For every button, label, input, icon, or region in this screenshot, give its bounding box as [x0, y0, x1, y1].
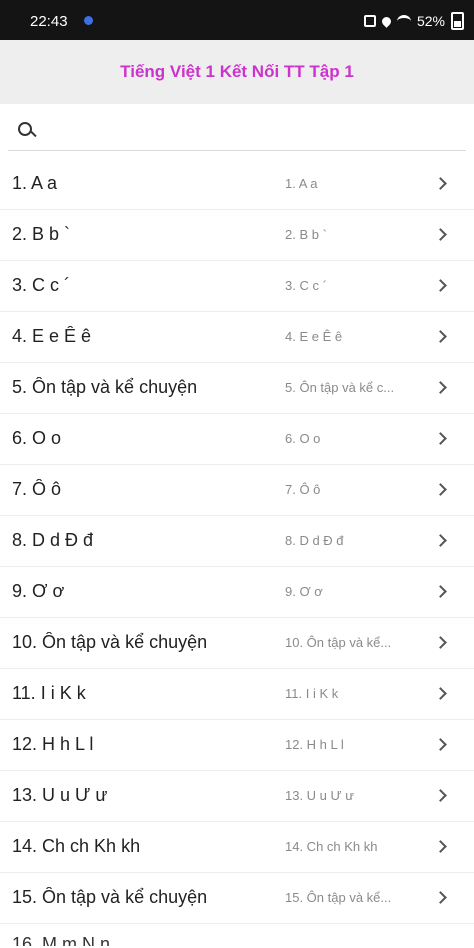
list-item[interactable]: 1. A a 1. A a: [0, 159, 474, 210]
list-item-title: 10. Ôn tập và kể chuyện: [12, 632, 208, 652]
chevron-right-icon: [434, 534, 447, 547]
list-item[interactable]: 8. D d Đ đ 8. D d Đ đ: [0, 516, 474, 567]
list-item[interactable]: 7. Ô ô 7. Ô ô: [0, 465, 474, 516]
list-item-title: 12. H h L l: [12, 734, 94, 754]
chevron-right-icon: [434, 789, 447, 802]
list-item-subtitle: 11. I i K k: [285, 686, 339, 701]
list-item-subtitle: 10. Ôn tập và kể...: [285, 635, 392, 650]
battery-icon: [451, 12, 464, 30]
list-item-subtitle: 3. C c ´: [285, 278, 327, 293]
list-item-subtitle: 5. Ôn tập và kể c...: [285, 380, 395, 395]
list-item-title: 9. Ơ ơ: [12, 581, 65, 601]
list-item-subtitle: 8. D d Đ đ: [285, 533, 344, 548]
chevron-right-icon: [434, 636, 447, 649]
list-item-subtitle: 13. U u Ư ư: [285, 788, 354, 803]
list-item[interactable]: 4. E e Ê ê 4. E e Ê ê: [0, 312, 474, 363]
search-bar[interactable]: [8, 112, 466, 151]
list-item-subtitle: 14. Ch ch Kh kh: [285, 839, 378, 854]
list-item-subtitle: 9. Ơ ơ: [285, 584, 323, 599]
list-item[interactable]: 11. I i K k 11. I i K k: [0, 669, 474, 720]
app-bar: Tiếng Việt 1 Kết Nối TT Tập 1: [0, 40, 474, 104]
chevron-right-icon: [434, 279, 447, 292]
wifi-icon: [396, 14, 411, 28]
chevron-right-icon: [434, 687, 447, 700]
list-item-title: 3. C c ´: [12, 275, 71, 295]
list-item[interactable]: 3. C c ´ 3. C c ´: [0, 261, 474, 312]
status-bar: 22:43 52%: [0, 0, 474, 40]
chevron-right-icon: [434, 891, 447, 904]
status-icons: 52%: [363, 12, 464, 30]
list-item-title: 6. O o: [12, 428, 62, 448]
list-item-subtitle: 6. O o: [285, 431, 321, 446]
list-item-subtitle: 7. Ô ô: [285, 482, 321, 497]
battery-percent: 52%: [416, 13, 445, 29]
list-item-title: 14. Ch ch Kh kh: [12, 836, 141, 856]
chevron-right-icon: [434, 585, 447, 598]
list-item-subtitle: 2. B b `: [285, 227, 327, 242]
chevron-right-icon: [434, 177, 447, 190]
chevron-right-icon: [434, 330, 447, 343]
search-input[interactable]: [48, 116, 462, 146]
list-item[interactable]: 12. H h L l 12. H h L l: [0, 720, 474, 771]
list-item-title: 11. I i K k: [12, 683, 86, 703]
list-item-title: 8. D d Đ đ: [12, 530, 94, 550]
list-item[interactable]: 2. B b ` 2. B b `: [0, 210, 474, 261]
chevron-right-icon: [434, 381, 447, 394]
list-item-title: 13. U u Ư ư: [12, 785, 108, 805]
list-item-subtitle: 12. H h L l: [285, 737, 344, 752]
search-icon[interactable]: [18, 122, 37, 138]
list-item-subtitle: 1. A a: [285, 176, 318, 191]
chevron-right-icon: [434, 432, 447, 445]
list-item-title: 15. Ôn tập và kể chuyện: [12, 887, 208, 907]
list-item-title: 5. Ôn tập và kể chuyện: [12, 377, 198, 397]
notification-dot-icon: [84, 16, 93, 25]
list-item[interactable]: 10. Ôn tập và kể chuyện 10. Ôn tập và kể.…: [0, 618, 474, 669]
list-item[interactable]: 15. Ôn tập và kể chuyện 15. Ôn tập và kể.…: [0, 873, 474, 924]
list-item-title: 4. E e Ê ê: [12, 326, 92, 346]
chevron-right-icon: [434, 483, 447, 496]
list-item[interactable]: 5. Ôn tập và kể chuyện 5. Ôn tập và kể c.…: [0, 363, 474, 414]
list-item-title: 16. M m N n: [12, 934, 111, 946]
app-title: Tiếng Việt 1 Kết Nối TT Tập 1: [120, 62, 354, 81]
chevron-right-icon: [434, 738, 447, 751]
chevron-right-icon: [434, 840, 447, 853]
list-item-title: 1. A a: [12, 173, 58, 193]
mute-icon: [363, 15, 376, 27]
list-item-subtitle: 4. E e Ê ê: [285, 329, 343, 344]
list-item[interactable]: 14. Ch ch Kh kh 14. Ch ch Kh kh: [0, 822, 474, 873]
list-item[interactable]: 13. U u Ư ư 13. U u Ư ư: [0, 771, 474, 822]
chevron-right-icon: [434, 228, 447, 241]
list-item[interactable]: 6. O o 6. O o: [0, 414, 474, 465]
status-time: 22:43: [30, 13, 68, 30]
list-item-title: 7. Ô ô: [12, 479, 62, 499]
list-item[interactable]: 9. Ơ ơ 9. Ơ ơ: [0, 567, 474, 618]
lesson-list: 1. A a 1. A a 2. B b ` 2. B b ` 3. C c ´ 3. C…: [0, 159, 474, 946]
list-item[interactable]: 16. M m N n: [0, 924, 474, 946]
list-item-title: 2. B b `: [12, 224, 71, 244]
location-icon: [380, 14, 393, 28]
list-item-subtitle: 15. Ôn tập và kể...: [285, 890, 392, 905]
